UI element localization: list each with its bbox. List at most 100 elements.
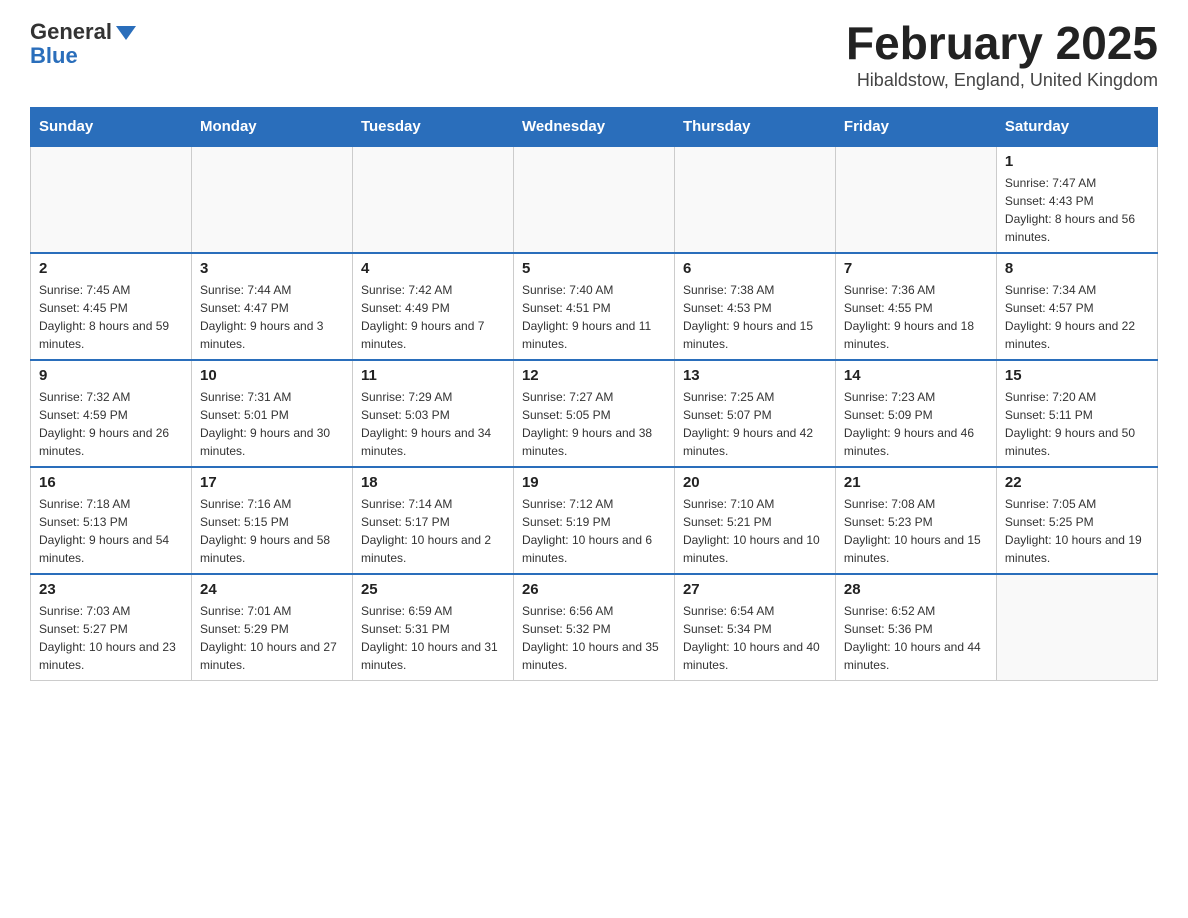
calendar-week-row: 16 Sunrise: 7:18 AMSunset: 5:13 PMDayligh…: [31, 467, 1158, 574]
day-number: 24: [200, 581, 344, 598]
day-number: 15: [1005, 367, 1149, 384]
day-info: Sunrise: 7:40 AMSunset: 4:51 PMDaylight:…: [522, 281, 666, 353]
day-info: Sunrise: 7:42 AMSunset: 4:49 PMDaylight:…: [361, 281, 505, 353]
col-wednesday: Wednesday: [513, 108, 674, 147]
calendar-cell: 3 Sunrise: 7:44 AMSunset: 4:47 PMDaylight…: [191, 253, 352, 360]
col-thursday: Thursday: [674, 108, 835, 147]
day-number: 1: [1005, 153, 1149, 170]
day-number: 28: [844, 581, 988, 598]
day-info: Sunrise: 7:47 AMSunset: 4:43 PMDaylight:…: [1005, 174, 1149, 246]
page-title: February 2025: [846, 20, 1158, 66]
day-info: Sunrise: 7:01 AMSunset: 5:29 PMDaylight:…: [200, 602, 344, 674]
day-number: 17: [200, 474, 344, 491]
calendar-cell: 13 Sunrise: 7:25 AMSunset: 5:07 PMDayligh…: [674, 360, 835, 467]
day-info: Sunrise: 7:05 AMSunset: 5:25 PMDaylight:…: [1005, 495, 1149, 567]
day-number: 10: [200, 367, 344, 384]
day-info: Sunrise: 7:29 AMSunset: 5:03 PMDaylight:…: [361, 388, 505, 460]
day-number: 2: [39, 260, 183, 277]
calendar-cell: [352, 146, 513, 253]
col-tuesday: Tuesday: [352, 108, 513, 147]
calendar-cell: 28 Sunrise: 6:52 AMSunset: 5:36 PMDayligh…: [835, 574, 996, 681]
col-saturday: Saturday: [996, 108, 1157, 147]
calendar-cell: 16 Sunrise: 7:18 AMSunset: 5:13 PMDayligh…: [31, 467, 192, 574]
day-info: Sunrise: 7:23 AMSunset: 5:09 PMDaylight:…: [844, 388, 988, 460]
col-friday: Friday: [835, 108, 996, 147]
calendar-cell: 4 Sunrise: 7:42 AMSunset: 4:49 PMDaylight…: [352, 253, 513, 360]
calendar-cell: 26 Sunrise: 6:56 AMSunset: 5:32 PMDayligh…: [513, 574, 674, 681]
calendar-cell: 5 Sunrise: 7:40 AMSunset: 4:51 PMDaylight…: [513, 253, 674, 360]
day-number: 6: [683, 260, 827, 277]
day-info: Sunrise: 6:56 AMSunset: 5:32 PMDaylight:…: [522, 602, 666, 674]
calendar-cell: 9 Sunrise: 7:32 AMSunset: 4:59 PMDaylight…: [31, 360, 192, 467]
calendar-cell: 20 Sunrise: 7:10 AMSunset: 5:21 PMDayligh…: [674, 467, 835, 574]
day-number: 20: [683, 474, 827, 491]
day-info: Sunrise: 7:08 AMSunset: 5:23 PMDaylight:…: [844, 495, 988, 567]
day-info: Sunrise: 6:52 AMSunset: 5:36 PMDaylight:…: [844, 602, 988, 674]
day-info: Sunrise: 7:45 AMSunset: 4:45 PMDaylight:…: [39, 281, 183, 353]
logo-triangle-icon: [116, 26, 136, 40]
day-info: Sunrise: 7:18 AMSunset: 5:13 PMDaylight:…: [39, 495, 183, 567]
day-info: Sunrise: 7:10 AMSunset: 5:21 PMDaylight:…: [683, 495, 827, 567]
day-number: 7: [844, 260, 988, 277]
calendar-week-row: 23Sunrise: 7:03 AMSunset: 5:27 PMDayligh…: [31, 574, 1158, 681]
calendar-cell: 15 Sunrise: 7:20 AMSunset: 5:11 PMDayligh…: [996, 360, 1157, 467]
calendar-cell: [674, 146, 835, 253]
day-number: 23: [39, 581, 183, 598]
calendar-cell: 21 Sunrise: 7:08 AMSunset: 5:23 PMDayligh…: [835, 467, 996, 574]
calendar-week-row: 9 Sunrise: 7:32 AMSunset: 4:59 PMDaylight…: [31, 360, 1158, 467]
calendar-cell: 23Sunrise: 7:03 AMSunset: 5:27 PMDayligh…: [31, 574, 192, 681]
day-info: Sunrise: 6:54 AMSunset: 5:34 PMDaylight:…: [683, 602, 827, 674]
day-number: 27: [683, 581, 827, 598]
calendar-cell: 19 Sunrise: 7:12 AMSunset: 5:19 PMDayligh…: [513, 467, 674, 574]
day-number: 19: [522, 474, 666, 491]
title-block: February 2025 Hibaldstow, England, Unite…: [846, 20, 1158, 91]
day-number: 16: [39, 474, 183, 491]
calendar-cell: 22 Sunrise: 7:05 AMSunset: 5:25 PMDayligh…: [996, 467, 1157, 574]
day-number: 12: [522, 367, 666, 384]
day-info: Sunrise: 7:25 AMSunset: 5:07 PMDaylight:…: [683, 388, 827, 460]
calendar-cell: 17 Sunrise: 7:16 AMSunset: 5:15 PMDayligh…: [191, 467, 352, 574]
day-number: 5: [522, 260, 666, 277]
day-info: Sunrise: 7:14 AMSunset: 5:17 PMDaylight:…: [361, 495, 505, 567]
calendar-cell: [31, 146, 192, 253]
day-info: Sunrise: 7:44 AMSunset: 4:47 PMDaylight:…: [200, 281, 344, 353]
calendar-cell: [191, 146, 352, 253]
calendar-cell: 8Sunrise: 7:34 AMSunset: 4:57 PMDaylight…: [996, 253, 1157, 360]
day-number: 26: [522, 581, 666, 598]
calendar-cell: 24 Sunrise: 7:01 AMSunset: 5:29 PMDayligh…: [191, 574, 352, 681]
calendar-week-row: 2 Sunrise: 7:45 AMSunset: 4:45 PMDaylight…: [31, 253, 1158, 360]
day-number: 4: [361, 260, 505, 277]
calendar-cell: 14Sunrise: 7:23 AMSunset: 5:09 PMDayligh…: [835, 360, 996, 467]
day-number: 21: [844, 474, 988, 491]
day-info: Sunrise: 7:32 AMSunset: 4:59 PMDaylight:…: [39, 388, 183, 460]
day-number: 11: [361, 367, 505, 384]
calendar-cell: 27 Sunrise: 6:54 AMSunset: 5:34 PMDayligh…: [674, 574, 835, 681]
calendar-cell: 11 Sunrise: 7:29 AMSunset: 5:03 PMDayligh…: [352, 360, 513, 467]
page-subtitle: Hibaldstow, England, United Kingdom: [846, 70, 1158, 91]
calendar-table: Sunday Monday Tuesday Wednesday Thursday…: [30, 107, 1158, 681]
logo-blue-text: Blue: [30, 44, 78, 68]
page-header: General Blue February 2025 Hibaldstow, E…: [30, 20, 1158, 91]
logo: General Blue: [30, 20, 136, 68]
calendar-week-row: 1 Sunrise: 7:47 AMSunset: 4:43 PMDaylight…: [31, 146, 1158, 253]
day-info: Sunrise: 7:16 AMSunset: 5:15 PMDaylight:…: [200, 495, 344, 567]
calendar-cell: 18Sunrise: 7:14 AMSunset: 5:17 PMDayligh…: [352, 467, 513, 574]
calendar-cell: [513, 146, 674, 253]
logo-general-text: General: [30, 19, 112, 44]
day-number: 9: [39, 367, 183, 384]
calendar-cell: 12 Sunrise: 7:27 AMSunset: 5:05 PMDayligh…: [513, 360, 674, 467]
day-info: Sunrise: 7:20 AMSunset: 5:11 PMDaylight:…: [1005, 388, 1149, 460]
day-info: Sunrise: 7:38 AMSunset: 4:53 PMDaylight:…: [683, 281, 827, 353]
calendar-cell: 10Sunrise: 7:31 AMSunset: 5:01 PMDayligh…: [191, 360, 352, 467]
day-number: 8: [1005, 260, 1149, 277]
calendar-cell: 6 Sunrise: 7:38 AMSunset: 4:53 PMDaylight…: [674, 253, 835, 360]
day-number: 3: [200, 260, 344, 277]
day-info: Sunrise: 7:12 AMSunset: 5:19 PMDaylight:…: [522, 495, 666, 567]
day-number: 13: [683, 367, 827, 384]
day-info: Sunrise: 7:36 AMSunset: 4:55 PMDaylight:…: [844, 281, 988, 353]
calendar-cell: 1 Sunrise: 7:47 AMSunset: 4:43 PMDaylight…: [996, 146, 1157, 253]
day-info: Sunrise: 7:27 AMSunset: 5:05 PMDaylight:…: [522, 388, 666, 460]
calendar-cell: [835, 146, 996, 253]
day-number: 22: [1005, 474, 1149, 491]
calendar-cell: 2 Sunrise: 7:45 AMSunset: 4:45 PMDaylight…: [31, 253, 192, 360]
